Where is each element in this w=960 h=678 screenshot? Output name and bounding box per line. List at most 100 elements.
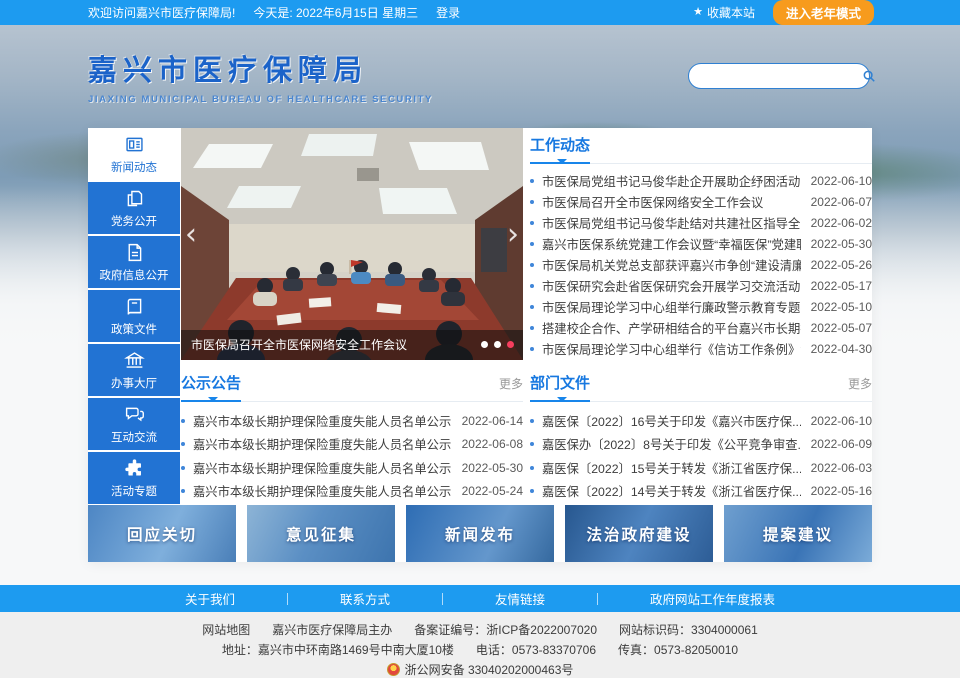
elder-mode-button[interactable]: 进入老年模式 (773, 0, 874, 25)
bullet-icon (530, 221, 534, 225)
list-item: 嘉兴市本级长期护理保险重度失能人员名单公示（2...2022-05-30 (181, 456, 523, 480)
favorite-link[interactable]: ★ 收藏本站 (693, 4, 755, 21)
phone-text: 电话：0573-83370706 (476, 640, 596, 660)
news-link[interactable]: 嘉医保〔2022〕14号关于转发《浙江省医疗保... (542, 482, 801, 500)
bullet-icon (530, 284, 534, 288)
sidebar-item-special-topics[interactable]: 活动专题 (88, 452, 180, 504)
carousel-caption[interactable]: 市医保局召开全市医保网络安全工作会议 (181, 330, 523, 360)
sidebar-label: 政策文件 (111, 321, 157, 337)
sidebar-item-gov-info[interactable]: 政府信息公开 (88, 236, 180, 288)
sidebar-item-interaction[interactable]: 互动交流 (88, 398, 180, 450)
carousel-next-arrow[interactable]: › (507, 220, 519, 250)
news-link[interactable]: 市医保局党组书记马俊华赴企开展助企纾困活动 (542, 172, 801, 190)
sidebar-label: 活动专题 (111, 483, 157, 499)
news-link[interactable]: 嘉兴市本级长期护理保险重度失能人员名单公示（2... (193, 435, 452, 453)
news-date: 2022-04-30 (811, 342, 872, 356)
bullet-icon (530, 347, 534, 351)
sidebar-item-party-affairs[interactable]: 党务公开 (88, 182, 180, 234)
bullet-icon (530, 200, 534, 204)
notice-list: 嘉兴市本级长期护理保险重度失能人员名单公示（2... 2022-06-14 嘉兴市… (181, 409, 523, 503)
sidebar-item-service-hall[interactable]: 办事大厅 (88, 344, 180, 396)
bullet-icon (181, 466, 185, 470)
footer-nav-contact[interactable]: 联系方式 (288, 589, 442, 608)
news-link[interactable]: 嘉兴市本级长期护理保险重度失能人员名单公示（2... (193, 412, 452, 430)
news-date: 2022-06-10 (811, 174, 872, 188)
news-date: 2022-05-10 (811, 300, 872, 314)
bullet-icon (530, 179, 534, 183)
news-link[interactable]: 嘉医保〔2022〕15号关于转发《浙江省医疗保... (542, 459, 801, 477)
bullet-icon (530, 442, 534, 446)
sidebar-item-news[interactable]: 新闻动态 (88, 128, 180, 180)
carousel-dot[interactable] (481, 341, 488, 348)
carousel-dot[interactable] (494, 341, 501, 348)
news-date: 2022-05-24 (462, 484, 523, 498)
news-link[interactable]: 嘉兴市本级长期护理保险重度失能人员名单公示（2... (193, 459, 452, 477)
news-carousel[interactable]: ‹ › 市医保局召开全市医保网络安全工作会议 (181, 128, 523, 360)
puzzle-icon (124, 458, 145, 479)
bullet-icon (530, 326, 534, 330)
banner-respond-concerns[interactable]: 回应关切 (88, 505, 236, 562)
search-input[interactable] (689, 65, 862, 87)
list-item: 嘉兴市医保系统党建工作会议暨“幸福医保”党建联...2022-05-30 (530, 234, 872, 255)
list-item: 嘉医保〔2022〕14号关于转发《浙江省医疗保...2022-05-16 (530, 480, 872, 504)
list-item: 嘉医保〔2022〕16号关于印发《嘉兴市医疗保... 2022-06-10 (530, 409, 872, 433)
notice-title[interactable]: 公示公告 (181, 372, 241, 402)
list-item: 市医保局党组书记马俊华赴结对共建社区指导全国文... 2022-06-02 (530, 213, 872, 234)
sidebar-label: 新闻动态 (111, 159, 157, 175)
documents-more-link[interactable]: 更多 (848, 375, 872, 392)
news-link[interactable]: 市医保局机关党总支部获评嘉兴市争创“建设清廉机... (542, 256, 801, 274)
security-record[interactable]: 浙公网安备 33040202000463号 (387, 660, 574, 678)
pages-icon (124, 188, 145, 209)
news-link[interactable]: 市医保局理论学习中心组举行廉政警示教育专题学习... (542, 298, 801, 316)
list-item: 市医保局理论学习中心组举行《信访工作条例》专题... 2022-04-30 (530, 338, 872, 359)
footer-nav-annual-report[interactable]: 政府网站工作年度报表 (598, 589, 827, 608)
carousel-dot-active[interactable] (507, 341, 514, 348)
sidebar-item-policy-files[interactable]: 政策文件 (88, 290, 180, 342)
news-date: 2022-05-17 (811, 279, 872, 293)
search-box (688, 63, 870, 89)
news-link[interactable]: 嘉兴市医保系统党建工作会议暨“幸福医保”党建联... (542, 235, 801, 253)
documents-panel: 部门文件 更多 嘉医保〔2022〕16号关于印发《嘉兴市医疗保... 2022-0… (530, 372, 872, 503)
banner-shortcuts: 回应关切 意见征集 新闻发布 法治政府建设 提案建议 (88, 505, 872, 562)
banner-rule-of-law[interactable]: 法治政府建设 (565, 505, 713, 562)
fax-text: 传真：0573-82050010 (618, 640, 738, 660)
sidebar-menu: 新闻动态 党务公开 政府信息公开 政策文件 (88, 128, 180, 504)
sitemap-link[interactable]: 网站地图 (202, 620, 250, 640)
footer-nav-about[interactable]: 关于我们 (133, 589, 287, 608)
news-link[interactable]: 市医保研究会赴省医保研究会开展学习交流活动 (542, 277, 801, 295)
welcome-text: 欢迎访问嘉兴市医疗保障局! (88, 4, 235, 21)
banner-news-release[interactable]: 新闻发布 (406, 505, 554, 562)
login-link[interactable]: 登录 (436, 4, 460, 21)
news-link[interactable]: 嘉医保办〔2022〕8号关于印发《公平竞争审查... (542, 435, 801, 453)
banner-opinion-collection[interactable]: 意见征集 (247, 505, 395, 562)
list-item: 市医保研究会赴省医保研究会开展学习交流活动 2022-05-17 (530, 275, 872, 296)
footer-nav-links[interactable]: 友情链接 (443, 589, 597, 608)
news-link[interactable]: 市医保局召开全市医保网络安全工作会议 (542, 193, 801, 211)
news-date: 2022-06-02 (811, 216, 872, 230)
bullet-icon (530, 489, 534, 493)
search-icon[interactable] (862, 69, 876, 83)
carousel-prev-arrow[interactable]: ‹ (185, 220, 197, 250)
news-date: 2022-05-26 (811, 258, 872, 272)
page: 欢迎访问嘉兴市医疗保障局! 今天是: 2022年6月15日 星期三 登录 ★ 收… (0, 0, 960, 678)
date-text: 今天是: 2022年6月15日 星期三 (253, 4, 418, 21)
notice-header: 公示公告 更多 (181, 372, 523, 402)
list-item: 市医保局党组书记马俊华赴企开展助企纾困活动 2022-06-10 (530, 171, 872, 192)
banner-proposal-suggestions[interactable]: 提案建议 (724, 505, 872, 562)
document-icon (124, 242, 145, 263)
security-text: 浙公网安备 33040202000463号 (405, 663, 574, 677)
site-brand: 嘉兴市医疗保障局 JIAXING MUNICIPAL BUREAU OF HEA… (88, 47, 433, 105)
news-date: 2022-06-14 (462, 414, 523, 428)
news-date: 2022-05-07 (811, 321, 872, 335)
news-link[interactable]: 搭建校企合作、产学研相结合的平台嘉兴市长期护理... (542, 319, 801, 337)
news-link[interactable]: 市医保局理论学习中心组举行《信访工作条例》专题... (542, 340, 801, 358)
news-link[interactable]: 市医保局党组书记马俊华赴结对共建社区指导全国文... (542, 214, 801, 232)
notice-more-link[interactable]: 更多 (499, 375, 523, 392)
news-link[interactable]: 嘉兴市本级长期护理保险重度失能人员名单公示（2... (193, 482, 452, 500)
work-news-title[interactable]: 工作动态 (530, 134, 590, 164)
news-date: 2022-06-10 (811, 414, 872, 428)
documents-title[interactable]: 部门文件 (530, 372, 590, 402)
top-bar: 欢迎访问嘉兴市医疗保障局! 今天是: 2022年6月15日 星期三 登录 ★ 收… (0, 0, 960, 25)
sidebar-label: 互动交流 (111, 429, 157, 445)
news-link[interactable]: 嘉医保〔2022〕16号关于印发《嘉兴市医疗保... (542, 412, 801, 430)
